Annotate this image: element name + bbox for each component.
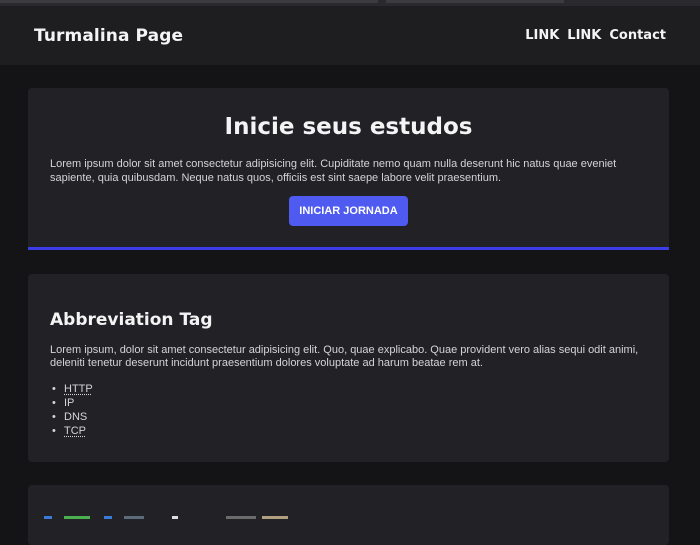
bullet-icon: • (52, 411, 56, 423)
list-item: • DNS (50, 410, 647, 424)
bullet-icon: • (52, 425, 56, 437)
navbar: Turmalina Page LINK LINK Contact (0, 6, 700, 65)
nav-link-contact[interactable]: Contact (609, 28, 666, 43)
hero-title: Inicie seus estudos (224, 114, 473, 140)
tab-strip-segment (0, 0, 378, 3)
abbr-tcp[interactable]: TCP (64, 425, 86, 437)
nav-link-1[interactable]: LINK (525, 28, 559, 43)
list-item: • IP (50, 396, 647, 410)
item-ip: IP (64, 397, 75, 409)
abbreviation-list: • HTTP • IP • DNS • TCP (50, 382, 647, 438)
tab-strip-segment (386, 0, 564, 3)
nav-link-2[interactable]: LINK (567, 28, 601, 43)
abbreviation-title: Abbreviation Tag (50, 310, 213, 330)
abbr-http[interactable]: HTTP (64, 383, 93, 395)
abbreviation-body: Lorem ipsum, dolor sit amet consectetur … (50, 344, 639, 369)
nav-links: LINK LINK Contact (525, 28, 666, 43)
taskbar-peek (0, 514, 700, 519)
bullet-icon: • (52, 397, 56, 409)
list-item: • HTTP (50, 382, 647, 396)
hero-card: Inicie seus estudos Lorem ipsum dolor si… (28, 88, 669, 250)
item-dns: DNS (64, 411, 88, 423)
start-journey-button[interactable]: INICIAR JORNADA (289, 196, 408, 226)
abbreviation-card: Abbreviation Tag Lorem ipsum, dolor sit … (28, 274, 669, 462)
bullet-icon: • (52, 383, 56, 395)
brand-title[interactable]: Turmalina Page (34, 26, 183, 46)
hero-body: Lorem ipsum dolor sit amet consectetur a… (50, 158, 617, 184)
list-item: • TCP (50, 424, 647, 438)
